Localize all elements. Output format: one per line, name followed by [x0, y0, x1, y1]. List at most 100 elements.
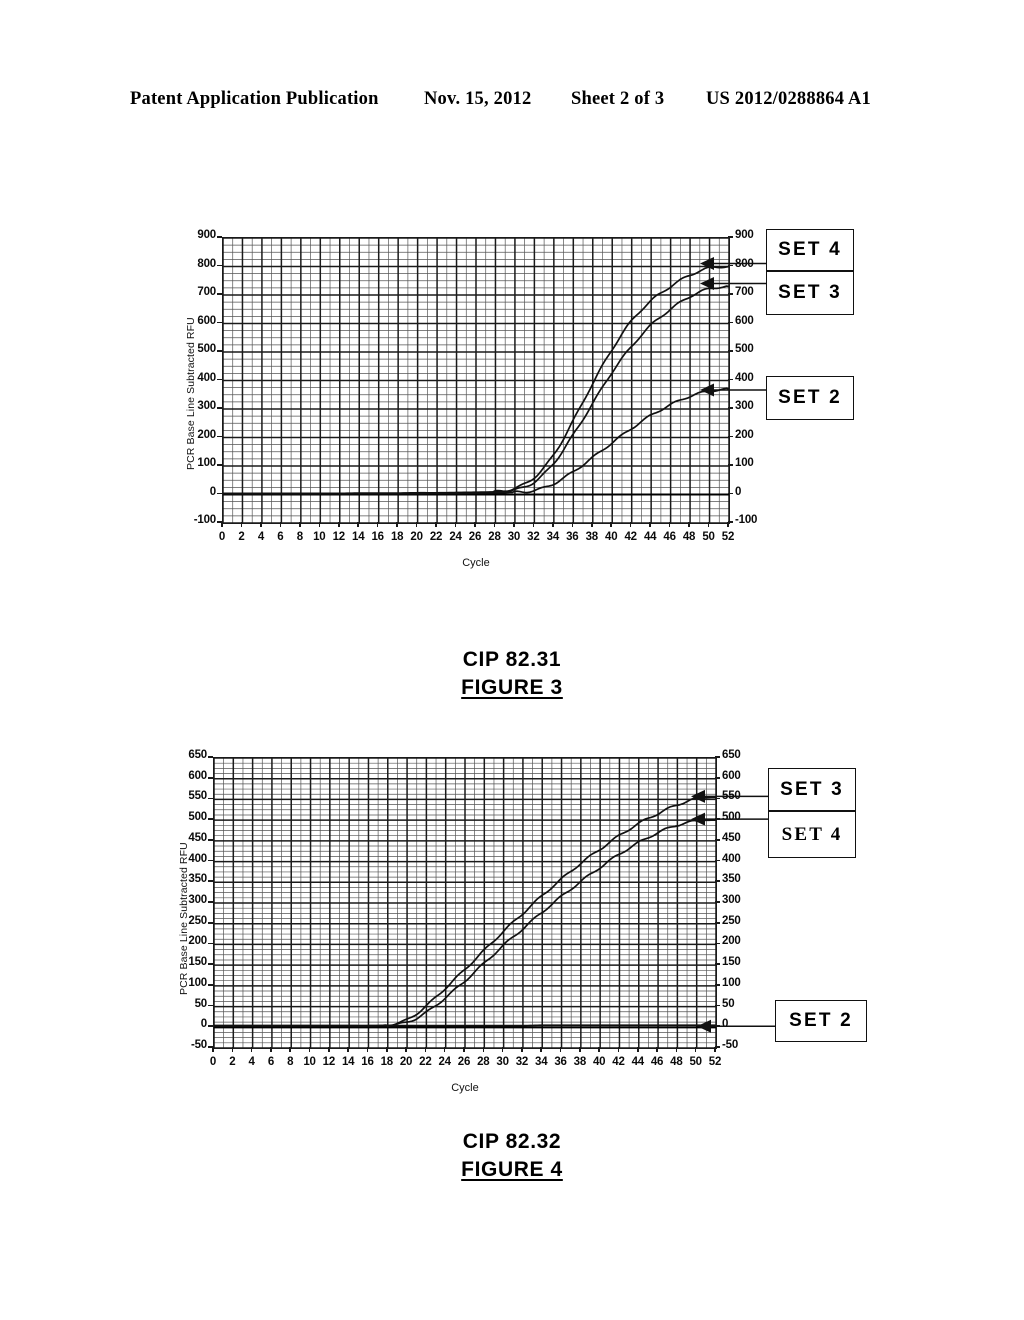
- y-tick-label: 600: [188, 769, 207, 782]
- header-document-number: US 2012/0288864 A1: [706, 88, 871, 109]
- x-tick-mark: [366, 1047, 369, 1052]
- x-tick-mark: [501, 1047, 504, 1052]
- y-tick-mark: [217, 378, 222, 381]
- y-tick-label: 550: [188, 790, 207, 803]
- chart1-callout-set2-label: SET 2: [778, 387, 842, 408]
- x-tick-mark: [532, 522, 535, 527]
- y-tick-label: -100: [735, 514, 758, 526]
- chart1-x-axis-title: Cycle: [462, 557, 490, 569]
- x-tick-mark: [260, 522, 262, 527]
- x-tick-mark: [318, 522, 321, 527]
- x-tick-mark: [688, 522, 690, 527]
- x-tick-label: 52: [721, 531, 735, 543]
- chart1-callout-set2[interactable]: SET 2: [766, 376, 854, 420]
- y-tick-label: 50: [194, 997, 208, 1010]
- x-tick-mark: [415, 522, 418, 527]
- chart1-callout-set3[interactable]: SET 3: [766, 271, 854, 315]
- x-tick-mark: [617, 1047, 620, 1052]
- x-tick-mark: [552, 522, 554, 527]
- x-tick-mark: [598, 1047, 600, 1052]
- y-tick-label: 900: [197, 229, 216, 241]
- x-tick-mark: [463, 1047, 465, 1052]
- y-tick-label: 200: [735, 428, 754, 441]
- y-tick-mark: [208, 859, 213, 862]
- x-tick-mark: [270, 1047, 272, 1052]
- x-tick-mark: [328, 1047, 330, 1052]
- figure-4-code: CIP 82.32: [462, 1130, 562, 1153]
- chart1-callout-set4-label: SET 4: [778, 239, 842, 260]
- y-tick-mark: [217, 492, 222, 495]
- x-tick-mark: [347, 1047, 349, 1052]
- chart1-curves: [223, 265, 729, 495]
- chart2-callout-set3[interactable]: SET 3: [768, 768, 856, 811]
- y-tick-label: -50: [190, 1039, 207, 1051]
- x-tick-mark: [357, 522, 360, 527]
- x-tick-mark: [396, 522, 398, 527]
- y-tick-label: 600: [197, 314, 216, 327]
- y-tick-mark: [217, 435, 222, 438]
- x-tick-mark: [385, 1047, 388, 1052]
- y-tick-mark: [208, 1004, 213, 1007]
- chart2-callout-set4[interactable]: SET 4: [768, 811, 856, 858]
- header-publication-label: Patent Application Publication: [130, 88, 379, 109]
- y-tick-mark: [208, 984, 213, 986]
- x-tick-mark: [474, 522, 476, 527]
- header-date: Nov. 15, 2012: [424, 88, 532, 109]
- x-tick-mark: [221, 522, 223, 527]
- figure-3-code: CIP 82.31: [462, 648, 562, 671]
- chart2-callout-set4-label: SET 4: [781, 823, 843, 845]
- y-tick-label: 150: [188, 956, 207, 969]
- y-tick-mark: [728, 435, 733, 438]
- x-tick-mark: [250, 1047, 253, 1052]
- x-tick-mark: [636, 1047, 639, 1052]
- x-tick-mark: [493, 522, 496, 527]
- y-tick-mark: [208, 797, 213, 800]
- y-tick-label: 300: [197, 400, 216, 412]
- y-tick-label: 800: [197, 257, 216, 270]
- x-tick-mark: [590, 522, 593, 527]
- chart1-plot-area: [222, 237, 730, 524]
- chart2-callout-set2[interactable]: SET 2: [775, 1000, 867, 1042]
- y-tick-mark: [208, 963, 213, 965]
- x-tick-mark: [540, 1047, 543, 1052]
- x-tick-mark: [405, 1047, 407, 1052]
- x-tick-mark: [376, 522, 379, 527]
- y-tick-label: 300: [188, 894, 207, 906]
- y-tick-mark: [217, 407, 222, 409]
- x-tick-mark: [629, 522, 632, 527]
- y-tick-label: 400: [188, 852, 207, 865]
- y-tick-label: 100: [188, 976, 207, 989]
- chart2-x-axis-title: Cycle: [451, 1082, 479, 1094]
- publication-header: Patent Application Publication Nov. 15, …: [0, 84, 1024, 114]
- y-tick-label: 650: [188, 749, 207, 761]
- y-tick-label: 450: [188, 831, 207, 844]
- x-tick-mark: [610, 522, 613, 527]
- y-tick-mark: [208, 901, 213, 903]
- y-tick-mark: [208, 756, 213, 758]
- x-tick-mark: [424, 1047, 427, 1052]
- x-tick-mark: [308, 1047, 311, 1052]
- y-tick-mark: [217, 264, 222, 267]
- y-tick-mark: [208, 839, 213, 841]
- x-tick-mark: [649, 522, 651, 527]
- x-tick-mark: [559, 1047, 562, 1052]
- y-tick-label: 200: [188, 935, 207, 948]
- chart1-callout-set4[interactable]: SET 4: [766, 229, 854, 271]
- x-tick-mark: [656, 1047, 658, 1052]
- x-tick-mark: [513, 522, 515, 527]
- x-tick-mark: [727, 522, 729, 527]
- x-tick-mark: [571, 522, 574, 527]
- x-tick-mark: [231, 1047, 234, 1052]
- y-tick-mark: [217, 350, 222, 352]
- x-tick-mark: [435, 522, 437, 527]
- y-tick-mark: [208, 776, 213, 779]
- y-tick-mark: [208, 1025, 213, 1028]
- x-tick-mark: [289, 1047, 292, 1052]
- x-tick-mark: [240, 522, 243, 527]
- x-tick-mark: [707, 522, 710, 527]
- y-tick-mark: [208, 880, 213, 883]
- y-tick-mark: [208, 921, 213, 924]
- y-tick-label: 400: [197, 371, 216, 384]
- x-tick-mark: [668, 522, 671, 527]
- y-tick-mark: [208, 818, 213, 820]
